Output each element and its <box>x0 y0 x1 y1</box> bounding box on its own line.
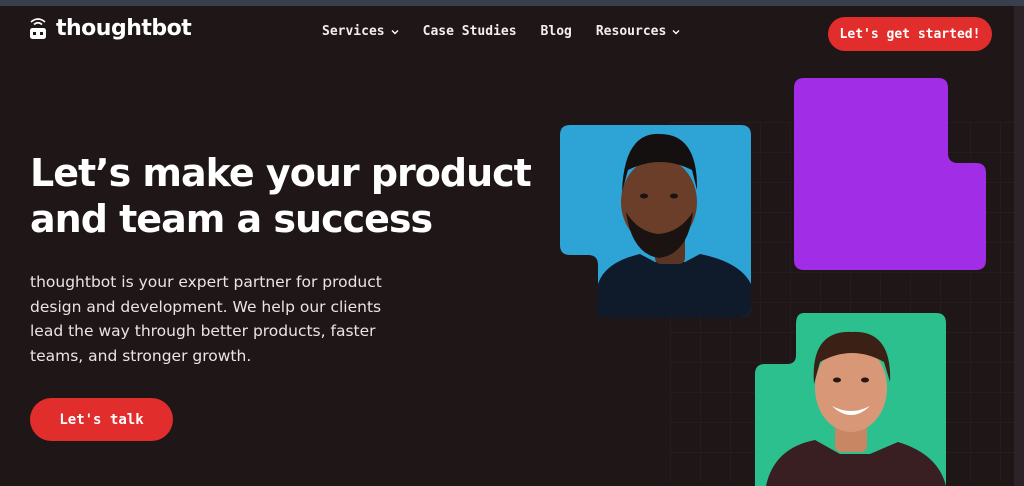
team-member-photo-1 <box>560 125 751 317</box>
brand-name: thoughtbot <box>56 16 192 41</box>
hero-description-line-4: teams, and stronger growth. <box>30 346 252 365</box>
hero-title-line-1: Let’s make your product <box>30 151 532 195</box>
nav-item-resources[interactable]: Resources <box>596 24 680 39</box>
robot-icon <box>28 17 48 41</box>
purple-tile <box>794 78 986 270</box>
hero-description-line-2: design and development. We help our clie… <box>30 297 382 316</box>
get-started-button[interactable]: Let's get started! <box>828 17 992 51</box>
hero-description-line-3: lead the way through better products, fa… <box>30 322 376 340</box>
team-member-photo-2 <box>755 313 946 486</box>
brand-logo[interactable]: thoughtbot <box>28 16 192 41</box>
chevron-down-icon <box>391 29 399 34</box>
hero-description-line-1: thoughtbot is your expert partner for pr… <box>30 273 382 291</box>
nav-item-case-studies[interactable]: Case Studies <box>423 24 517 39</box>
nav-item-label: Case Studies <box>422 24 517 39</box>
hero-title-line-2: and team a success <box>30 197 433 241</box>
site-header: thoughtbot Services Case Studies Blog Re… <box>0 6 1014 62</box>
nav-item-blog[interactable]: Blog <box>541 24 572 39</box>
lets-talk-button[interactable]: Let's talk <box>30 398 173 441</box>
chevron-down-icon <box>672 29 680 34</box>
nav-item-label: Resources <box>595 24 667 39</box>
nav-item-label: Services <box>322 24 385 39</box>
hero-title: Let’s make your product and team a succe… <box>30 150 550 242</box>
nav-item-services[interactable]: Services <box>322 24 399 39</box>
nav-item-label: Blog <box>540 24 572 39</box>
hero-illustration <box>540 62 1020 486</box>
main-nav: Services Case Studies Blog Resources <box>322 24 680 39</box>
hero-description: thoughtbot is your expert partner for pr… <box>30 270 390 368</box>
